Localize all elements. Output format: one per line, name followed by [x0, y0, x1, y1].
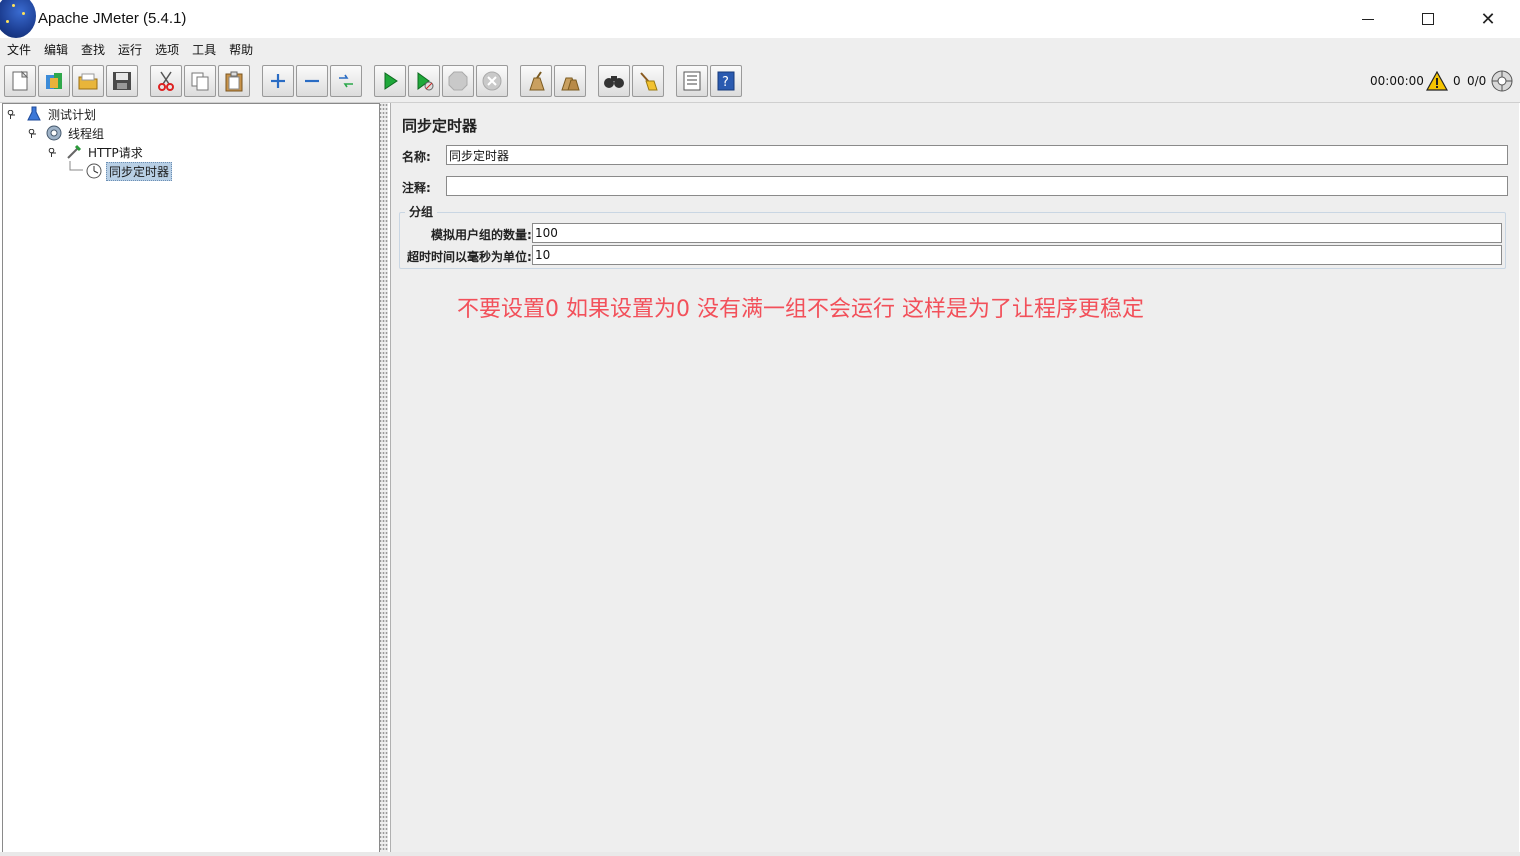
menu-file[interactable]: 文件	[1, 41, 37, 58]
menu-run[interactable]: 运行	[112, 41, 148, 58]
remote-status-button[interactable]	[1491, 60, 1513, 102]
window-title: Apache JMeter (5.4.1)	[38, 10, 187, 27]
clear-icon	[529, 71, 545, 91]
maximize-icon	[1422, 13, 1434, 25]
tree-label: HTTP请求	[88, 145, 143, 160]
reset-search-button[interactable]	[632, 65, 664, 97]
paste-button[interactable]	[218, 65, 250, 97]
name-label: 名称:	[402, 150, 431, 164]
new-icon	[12, 70, 29, 91]
warning-indicator[interactable]	[1426, 60, 1448, 102]
panel-title: 同步定时器	[402, 117, 478, 135]
tree-node-thread-group[interactable]: 线程组	[45, 124, 106, 142]
group-title: 分组	[405, 203, 438, 220]
test-plan-icon	[25, 105, 43, 123]
collapse-icon	[305, 79, 319, 83]
timer-icon	[85, 162, 103, 180]
test-plan-tree[interactable]: 测试计划 线程组 HTTP请求 同步定时器	[2, 103, 380, 854]
active-threads: 0/0	[1467, 74, 1487, 88]
shutdown-button[interactable]	[476, 65, 508, 97]
minimize-button[interactable]	[1338, 0, 1398, 38]
tree-label-selected: 同步定时器	[106, 161, 173, 181]
open-icon	[78, 73, 98, 90]
maximize-button[interactable]	[1398, 0, 1458, 38]
timeout-label: 超时时间以毫秒为单位:	[407, 250, 532, 264]
pipette-icon	[65, 143, 83, 161]
cut-button[interactable]	[150, 65, 182, 97]
help-icon: ?	[717, 71, 735, 91]
copy-button[interactable]	[184, 65, 216, 97]
comment-label: 注释:	[402, 181, 431, 195]
tree-node-http-request[interactable]: HTTP请求	[65, 143, 145, 161]
new-button[interactable]	[4, 65, 36, 97]
open-button[interactable]	[72, 65, 104, 97]
jmeter-app-icon[interactable]	[0, 0, 36, 38]
tree-toggle-plan[interactable]	[6, 110, 15, 119]
clear-all-button[interactable]	[554, 65, 586, 97]
elapsed-timer: 00:00:00	[1370, 74, 1424, 88]
svg-text:?: ?	[722, 75, 729, 90]
globe-icon	[1491, 70, 1513, 92]
clear-button[interactable]	[520, 65, 552, 97]
comment-field[interactable]	[446, 176, 1508, 196]
tree-label: 线程组	[68, 126, 105, 141]
function-helper-button[interactable]	[676, 65, 708, 97]
timeout-field[interactable]	[532, 245, 1502, 265]
start-icon	[384, 72, 398, 90]
users-count-field[interactable]	[532, 223, 1502, 243]
tree-node-sync-timer[interactable]: 同步定时器	[85, 161, 173, 181]
start-button[interactable]	[374, 65, 406, 97]
collapse-all-button[interactable]	[296, 65, 328, 97]
expand-icon	[271, 74, 285, 88]
tree-node-test-plan[interactable]: 测试计划	[25, 105, 98, 123]
expand-all-button[interactable]	[262, 65, 294, 97]
paste-icon	[225, 71, 243, 92]
toggle-icon	[339, 74, 353, 88]
save-icon	[113, 72, 131, 90]
search-icon	[604, 76, 624, 88]
stop-button[interactable]	[442, 65, 474, 97]
close-icon: ✕	[1480, 8, 1496, 30]
tree-toggle-thread-group[interactable]	[27, 129, 36, 138]
copy-icon	[191, 72, 209, 91]
menu-edit[interactable]: 编辑	[38, 41, 74, 58]
menu-search[interactable]: 查找	[75, 41, 111, 58]
reset-search-icon	[640, 72, 658, 91]
toggle-button[interactable]	[330, 65, 362, 97]
cut-icon	[158, 71, 174, 91]
warning-count: 0	[1453, 74, 1461, 88]
title-bar: Apache JMeter (5.4.1) ✕	[0, 0, 1520, 38]
tree-toggle-http-request[interactable]	[47, 148, 56, 157]
stop-icon	[448, 71, 468, 91]
gear-icon	[45, 124, 63, 142]
sync-timer-config-panel: 同步定时器 名称: 注释: 分组 模拟用户组的数量: 超时时间以毫秒为单位:	[390, 103, 1519, 856]
search-button[interactable]	[598, 65, 630, 97]
tree-connector	[69, 161, 83, 171]
templates-icon	[46, 73, 62, 89]
function-helper-icon	[683, 71, 701, 91]
save-button[interactable]	[106, 65, 138, 97]
users-count-label: 模拟用户组的数量:	[431, 228, 532, 242]
annotation-note: 不要设置0 如果设置为0 没有满一组不会运行 这样是为了让程序更稳定	[457, 297, 1144, 322]
warning-icon	[1426, 71, 1448, 91]
toolbar: ?	[0, 60, 1520, 103]
menu-tools[interactable]: 工具	[186, 41, 222, 58]
menu-help[interactable]: 帮助	[223, 41, 259, 58]
shutdown-icon	[482, 71, 502, 91]
minimize-icon	[1362, 18, 1374, 20]
window-bottom-edge	[0, 852, 1520, 856]
menu-options[interactable]: 选项	[149, 41, 185, 58]
templates-button[interactable]	[38, 65, 70, 97]
clear-all-icon	[561, 77, 580, 91]
split-pane-divider[interactable]	[380, 103, 388, 856]
help-button[interactable]: ?	[710, 65, 742, 97]
start-no-pause-icon	[417, 72, 434, 91]
close-button[interactable]: ✕	[1458, 0, 1518, 38]
start-no-pause-button[interactable]	[408, 65, 440, 97]
tree-label: 测试计划	[48, 107, 97, 122]
menu-bar: 文件 编辑 查找 运行 选项 工具 帮助	[0, 38, 1520, 60]
name-field[interactable]	[446, 145, 1508, 165]
